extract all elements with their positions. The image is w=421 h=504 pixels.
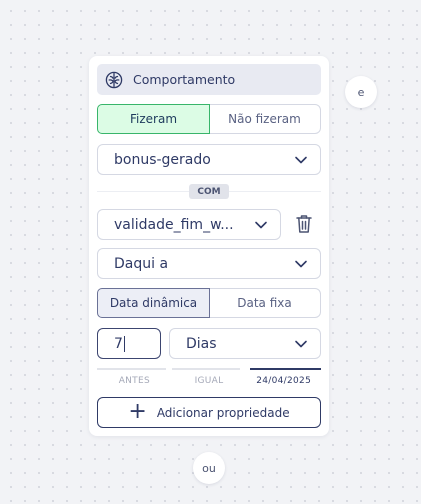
unit-select[interactable]: Dias bbox=[169, 328, 321, 359]
behavior-filter-card: Comportamento Fizeram Não fizeram bonus-… bbox=[89, 56, 329, 436]
unit-select-value: Dias bbox=[186, 335, 217, 352]
card-header: Comportamento bbox=[97, 64, 321, 95]
chevron-down-icon bbox=[295, 156, 307, 164]
add-property-button[interactable]: + Adicionar propriedade bbox=[97, 397, 321, 428]
add-property-label: Adicionar propriedade bbox=[156, 405, 290, 420]
brain-icon bbox=[104, 70, 124, 90]
action-toggle: Fizeram Não fizeram bbox=[97, 104, 321, 134]
event-select-value: bonus-gerado bbox=[114, 151, 211, 168]
toggle-fixed-date[interactable]: Data fixa bbox=[209, 289, 320, 317]
toggle-dynamic-date[interactable]: Data dinâmica bbox=[97, 288, 210, 318]
or-connector-button[interactable]: ou bbox=[193, 452, 225, 484]
tab-before[interactable]: ANTES bbox=[97, 368, 172, 388]
comparison-tabs: ANTES IGUAL 24/04/2025 bbox=[97, 368, 321, 388]
chevron-down-icon bbox=[255, 221, 267, 229]
connector-badge: COM bbox=[189, 184, 229, 199]
tab-date[interactable]: 24/04/2025 bbox=[246, 368, 321, 388]
card-title: Comportamento bbox=[133, 72, 236, 87]
property-select[interactable]: validade_fim_w... bbox=[97, 209, 281, 240]
plus-icon: + bbox=[128, 398, 147, 424]
and-connector-button[interactable]: e bbox=[345, 76, 377, 108]
operator-select-value: Daqui a bbox=[114, 255, 169, 272]
event-select[interactable]: bonus-gerado bbox=[97, 144, 321, 175]
date-mode-toggle: Data dinâmica Data fixa bbox=[97, 288, 321, 318]
toggle-did-not-option[interactable]: Não fizeram bbox=[209, 105, 320, 133]
toggle-did-option[interactable]: Fizeram bbox=[97, 104, 210, 134]
amount-input[interactable]: 7 bbox=[97, 328, 161, 359]
property-select-value: validade_fim_w... bbox=[114, 216, 234, 233]
chevron-down-icon bbox=[295, 340, 307, 348]
chevron-down-icon bbox=[295, 260, 307, 268]
text-caret bbox=[123, 335, 125, 352]
trash-icon[interactable] bbox=[294, 213, 314, 235]
tab-equal[interactable]: IGUAL bbox=[171, 368, 247, 388]
amount-input-value: 7 bbox=[114, 335, 123, 352]
operator-select[interactable]: Daqui a bbox=[97, 248, 321, 279]
